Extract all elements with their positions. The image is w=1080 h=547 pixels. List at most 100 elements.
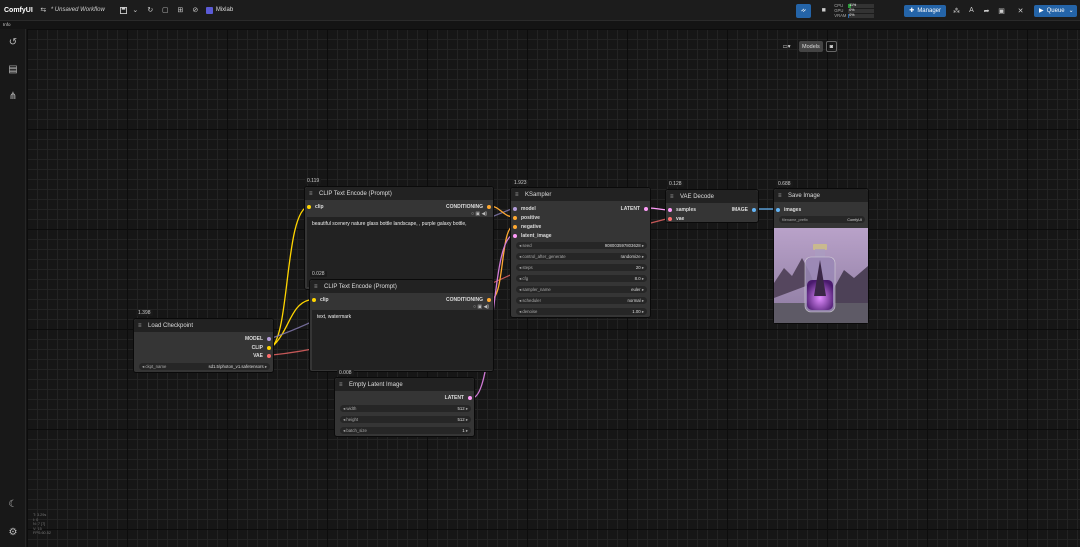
grid-icon[interactable]: ⊞ xyxy=(176,6,185,15)
folder-icon[interactable]: ▭▾ xyxy=(778,41,795,52)
input-slot-positive[interactable]: positive xyxy=(513,215,540,221)
load-checkpoint-node[interactable]: ≡ Load Checkpoint MODEL CLIP VAE ◂ ckpt_n… xyxy=(133,318,274,373)
widget-label: seed xyxy=(522,242,532,248)
arrow-left-icon[interactable]: ◂ xyxy=(519,309,521,314)
arrow-right-icon[interactable]: ▸ xyxy=(642,309,644,314)
layers-icon[interactable]: ▣ xyxy=(997,6,1006,15)
arrow-right-icon[interactable]: ▸ xyxy=(642,254,644,259)
input-slot-clip[interactable]: clip xyxy=(312,297,329,303)
app-logo[interactable]: ComfyUI xyxy=(4,7,33,14)
arrow-left-icon[interactable]: ◂ xyxy=(519,254,521,259)
output-slot-model[interactable]: MODEL xyxy=(245,336,271,342)
chevron-down-icon[interactable]: ⌄ xyxy=(131,6,140,15)
queue-list-icon[interactable]: ▤ xyxy=(7,64,19,76)
batch-size-number-widget[interactable]: ◂ batch_size 1 ▸ xyxy=(340,427,471,434)
arrow-right-icon[interactable]: ▸ xyxy=(466,406,468,411)
manager-button[interactable]: ✚ Manager xyxy=(904,4,946,17)
camera-icon[interactable]: ◙ xyxy=(825,41,837,52)
share-icon[interactable]: ➦ xyxy=(982,6,991,15)
arrow-right-icon[interactable]: ▸ xyxy=(642,243,644,248)
output-slot-conditioning[interactable]: CONDITIONING xyxy=(446,297,491,303)
cancel-icon[interactable]: ⊘ xyxy=(191,6,200,15)
denoise-number-widget[interactable]: ◂ denoise 1.00 ▸ xyxy=(516,308,647,315)
node-menu-icon[interactable]: ≡ xyxy=(138,323,144,329)
clipboard-icon[interactable]: ▢ xyxy=(161,6,170,15)
workflow-title[interactable]: * Unsaved Workflow xyxy=(51,7,105,13)
clip-text-encode-positive-node[interactable]: ≡ CLIP Text Encode (Prompt) clip CONDITIO… xyxy=(304,186,494,290)
input-slot-samples[interactable]: samples xyxy=(668,207,696,213)
width-number-widget[interactable]: ◂ width 512 ▸ xyxy=(340,405,471,412)
arrow-right-icon[interactable]: ▸ xyxy=(466,428,468,433)
prompt-textarea[interactable]: text, watermark xyxy=(312,310,493,370)
arrow-left-icon[interactable]: ◂ xyxy=(519,276,521,281)
vae-decode-node[interactable]: ≡ VAE Decode samples vae IMAGE xyxy=(665,189,759,223)
node-menu-icon[interactable]: ≡ xyxy=(778,193,784,199)
node-library-icon[interactable]: ⋔ xyxy=(7,91,19,103)
slot-label: clip xyxy=(320,297,329,303)
output-slot-latent[interactable]: LATENT xyxy=(621,206,648,212)
input-slot-model[interactable]: model xyxy=(513,206,536,212)
control-after-generate-combo[interactable]: ◂ control_after_generate randomize ▸ xyxy=(516,253,647,260)
node-timing-badge: 1.398 xyxy=(136,310,153,316)
node-menu-icon[interactable]: ≡ xyxy=(339,382,345,388)
output-slot-vae[interactable]: VAE xyxy=(253,353,271,359)
history-icon[interactable]: ↺ xyxy=(7,37,19,49)
output-slot-conditioning[interactable]: CONDITIONING xyxy=(446,204,491,210)
input-slot-negative[interactable]: negative xyxy=(513,224,541,230)
arrow-left-icon[interactable]: ◂ xyxy=(519,298,521,303)
arrow-left-icon[interactable]: ◂ xyxy=(519,243,521,248)
output-image-preview[interactable] xyxy=(774,228,868,323)
save-image-node[interactable]: ≡ Save Image images filename_prefix ComfyU… xyxy=(773,188,869,324)
input-slot-vae[interactable]: vae xyxy=(668,216,684,222)
arrow-left-icon[interactable]: ◂ xyxy=(519,287,521,292)
arrow-right-icon[interactable]: ▸ xyxy=(642,265,644,270)
node-menu-icon[interactable]: ≡ xyxy=(309,191,315,197)
input-slot-images[interactable]: images xyxy=(776,207,801,213)
node-menu-icon[interactable]: ≡ xyxy=(515,192,521,198)
arrow-right-icon[interactable]: ▸ xyxy=(265,364,267,369)
sparkle-icon[interactable]: ⁂ xyxy=(952,6,961,15)
arrow-right-icon[interactable]: ▸ xyxy=(642,276,644,281)
output-slot-latent[interactable]: LATENT xyxy=(445,395,472,401)
output-slot-image[interactable]: IMAGE xyxy=(732,207,756,213)
arrow-left-icon[interactable]: ◂ xyxy=(343,428,345,433)
ckpt-name-combo[interactable]: ◂ ckpt_name sd1.5\photon_v1.safetensors ▸ xyxy=(139,363,270,370)
ksampler-node[interactable]: ≡ KSampler model positive negative latent… xyxy=(510,187,651,318)
cfg-number-widget[interactable]: ◂ cfg 8.0 ▸ xyxy=(516,275,647,282)
arrow-left-icon[interactable]: ◂ xyxy=(343,417,345,422)
prompt-textarea[interactable]: beautiful scenery nature glass bottle la… xyxy=(307,217,493,287)
save-icon[interactable] xyxy=(119,6,128,15)
steps-number-widget[interactable]: ◂ steps 20 ▸ xyxy=(516,264,647,271)
close-icon[interactable]: ✕ xyxy=(1016,6,1025,15)
input-slot-clip[interactable]: clip xyxy=(307,204,324,210)
mixlab-button[interactable]: Mixlab xyxy=(205,6,233,14)
clip-text-encode-negative-node[interactable]: ≡ CLIP Text Encode (Prompt) clip CONDITIO… xyxy=(309,279,494,372)
arrow-right-icon[interactable]: ▸ xyxy=(466,417,468,422)
output-slot-clip[interactable]: CLIP xyxy=(252,345,271,351)
brush-icon[interactable]: ᨀ xyxy=(796,3,812,18)
filename-prefix-field[interactable]: filename_prefix ComfyUI xyxy=(779,216,865,223)
translate-icon[interactable]: A xyxy=(967,6,976,15)
node-menu-icon[interactable]: ≡ xyxy=(670,194,676,200)
refresh-icon[interactable]: ↻ xyxy=(146,6,155,15)
scheduler-combo[interactable]: ◂ scheduler normal ▸ xyxy=(516,297,647,304)
workflow-icon[interactable]: ⇆ xyxy=(39,6,48,15)
input-slot-latent-image[interactable]: latent_image xyxy=(513,233,552,239)
queue-button[interactable]: ▶ Queue ⌄ xyxy=(1034,4,1077,17)
node-menu-icon[interactable]: ≡ xyxy=(314,284,320,290)
height-number-widget[interactable]: ◂ height 512 ▸ xyxy=(340,416,471,423)
theme-toggle-icon[interactable]: ☾ xyxy=(7,499,19,511)
arrow-left-icon[interactable]: ◂ xyxy=(142,364,144,369)
arrow-right-icon[interactable]: ▸ xyxy=(642,287,644,292)
models-button[interactable]: Models xyxy=(799,41,823,52)
arrow-left-icon[interactable]: ◂ xyxy=(343,406,345,411)
widget-label: scheduler xyxy=(522,297,542,303)
arrow-right-icon[interactable]: ▸ xyxy=(642,298,644,303)
stop-icon[interactable]: ■ xyxy=(819,6,828,15)
slot-label: model xyxy=(521,206,536,212)
empty-latent-image-node[interactable]: ≡ Empty Latent Image LATENT ◂ width 512 ▸ … xyxy=(334,377,475,437)
sampler-name-combo[interactable]: ◂ sampler_name euler ▸ xyxy=(516,286,647,293)
seed-number-widget[interactable]: ◂ seed 908003597803628 ▸ xyxy=(516,242,647,249)
arrow-left-icon[interactable]: ◂ xyxy=(519,265,521,270)
settings-gear-icon[interactable]: ⚙ xyxy=(7,527,19,539)
